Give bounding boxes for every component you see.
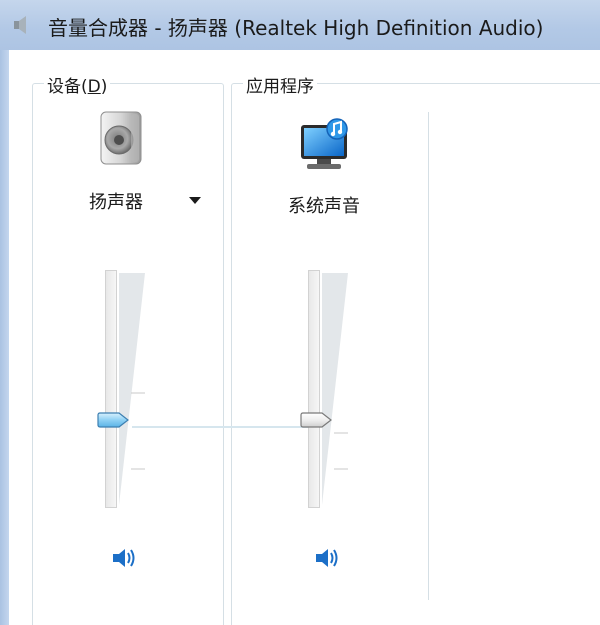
window-title: 音量合成器 - 扬声器 (Realtek High Definition Aud… bbox=[48, 16, 544, 40]
app-name-system-sounds: 系统声音 bbox=[288, 196, 360, 217]
volume-icon[interactable] bbox=[313, 544, 343, 572]
title-bar[interactable]: 音量合成器 - 扬声器 (Realtek High Definition Aud… bbox=[0, 0, 600, 50]
devices-group-label: 设备(D) bbox=[44, 72, 111, 97]
device-volume-slider[interactable] bbox=[97, 270, 165, 510]
system-sounds-volume-slider[interactable] bbox=[300, 270, 368, 510]
system-sounds-icon[interactable] bbox=[297, 115, 359, 173]
slider-track[interactable] bbox=[308, 270, 320, 508]
slider-link-line bbox=[132, 426, 308, 428]
volume-icon[interactable] bbox=[110, 544, 140, 572]
volume-ramp bbox=[322, 273, 348, 505]
speaker-icon bbox=[14, 16, 26, 34]
volume-ramp bbox=[119, 273, 145, 505]
volume-slider-thumb[interactable] bbox=[97, 411, 131, 429]
chevron-down-icon[interactable] bbox=[186, 193, 204, 207]
device-name[interactable]: 扬声器 bbox=[89, 188, 143, 214]
slider-track[interactable] bbox=[105, 270, 117, 508]
speaker-icon[interactable] bbox=[95, 110, 147, 166]
applications-group bbox=[231, 83, 600, 625]
volume-slider-thumb[interactable] bbox=[300, 411, 334, 429]
window-frame bbox=[0, 50, 9, 625]
column-separator bbox=[428, 112, 429, 600]
applications-group-label: 应用程序 bbox=[243, 72, 317, 97]
